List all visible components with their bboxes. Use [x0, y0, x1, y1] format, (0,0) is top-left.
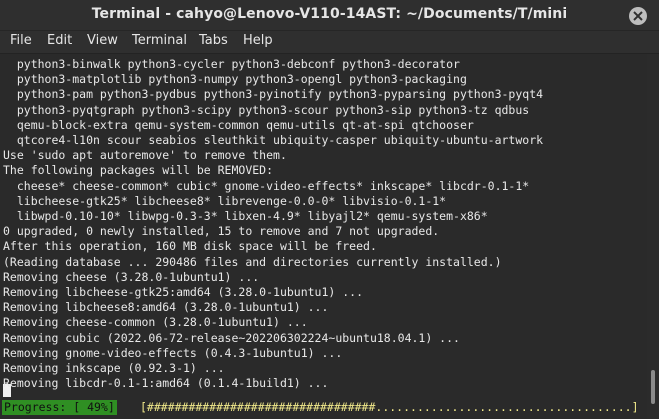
output-line: python3-pam python3-pydbus python3-pyino… — [3, 87, 544, 102]
output-line: qemu-block-extra qemu-system-common qemu… — [3, 117, 474, 132]
output-line: libwpd-0.10-10* libwpg-0.3-3* libxen-4.9… — [3, 209, 488, 223]
output-line: After this operation, 160 MB disk space … — [3, 239, 377, 254]
output-line: Use 'sudo apt autoremove' to remove them… — [3, 148, 287, 163]
output-line: python3-matplotlib python3-numpy python3… — [3, 72, 467, 87]
output-line: Removing inkscape (0.92.3-1) ... — [3, 361, 225, 375]
menu-edit[interactable]: Edit — [47, 33, 72, 48]
output-line: libcheese-gtk25* libcheese8* librevenge-… — [3, 193, 447, 208]
output-line: cheese* cheese-common* cubic* gnome-vide… — [3, 178, 530, 193]
scrollbar[interactable] — [647, 54, 659, 419]
output-line: Removing libcheese8:amd64 (3.28.0-1ubunt… — [3, 300, 329, 315]
close-button[interactable] — [629, 7, 647, 25]
menu-tabs[interactable]: Tabs — [199, 33, 228, 48]
output-line: The following packages will be REMOVED: — [3, 163, 274, 178]
output-line: Removing cheese-common (3.28.0-1ubuntu1)… — [3, 315, 308, 330]
progress-label: Progress: [ 49%] — [2, 400, 117, 415]
terminal-window: Terminal - cahyo@Lenovo-V110-14AST: ~/Do… — [0, 0, 659, 419]
output-line: Removing libcheese-gtk25:amd64 (3.28.0-1… — [3, 285, 364, 299]
output-line: Removing gnome-video-effects (0.4.3-1ubu… — [3, 345, 343, 360]
output-line: qtcore4-l10n scour seabios sleuthkit ubi… — [3, 133, 544, 147]
output-line: Removing cubic (2022.06-72-release~20220… — [3, 330, 460, 345]
progress-bar: [#################################......… — [140, 400, 639, 414]
menu-bar: File Edit View Terminal Tabs Help — [0, 31, 659, 54]
menu-terminal[interactable]: Terminal — [132, 33, 187, 48]
close-icon — [633, 11, 643, 21]
scrollbar-thumb[interactable] — [651, 370, 655, 404]
title-bar[interactable]: Terminal - cahyo@Lenovo-V110-14AST: ~/Do… — [0, 0, 659, 31]
window-title: Terminal - cahyo@Lenovo-V110-14AST: ~/Do… — [91, 6, 568, 22]
output-line: python3-binwalk python3-cycler python3-d… — [3, 57, 460, 71]
output-line: Removing cheese (3.28.0-1ubuntu1) ... — [3, 269, 260, 284]
output-line: Removing libcdr-0.1-1:amd64 (0.1.4-1buil… — [3, 376, 329, 391]
output-line: (Reading database ... 290486 files and d… — [3, 254, 502, 269]
menu-help[interactable]: Help — [243, 33, 273, 48]
output-line: python3-pyqtgraph python3-scipy python3-… — [3, 102, 530, 117]
menu-file[interactable]: File — [10, 33, 32, 48]
menu-view[interactable]: View — [87, 33, 118, 48]
output-line: 0 upgraded, 0 newly installed, 15 to rem… — [3, 224, 440, 239]
terminal-output[interactable]: python3-binwalk python3-cycler python3-d… — [0, 54, 647, 419]
